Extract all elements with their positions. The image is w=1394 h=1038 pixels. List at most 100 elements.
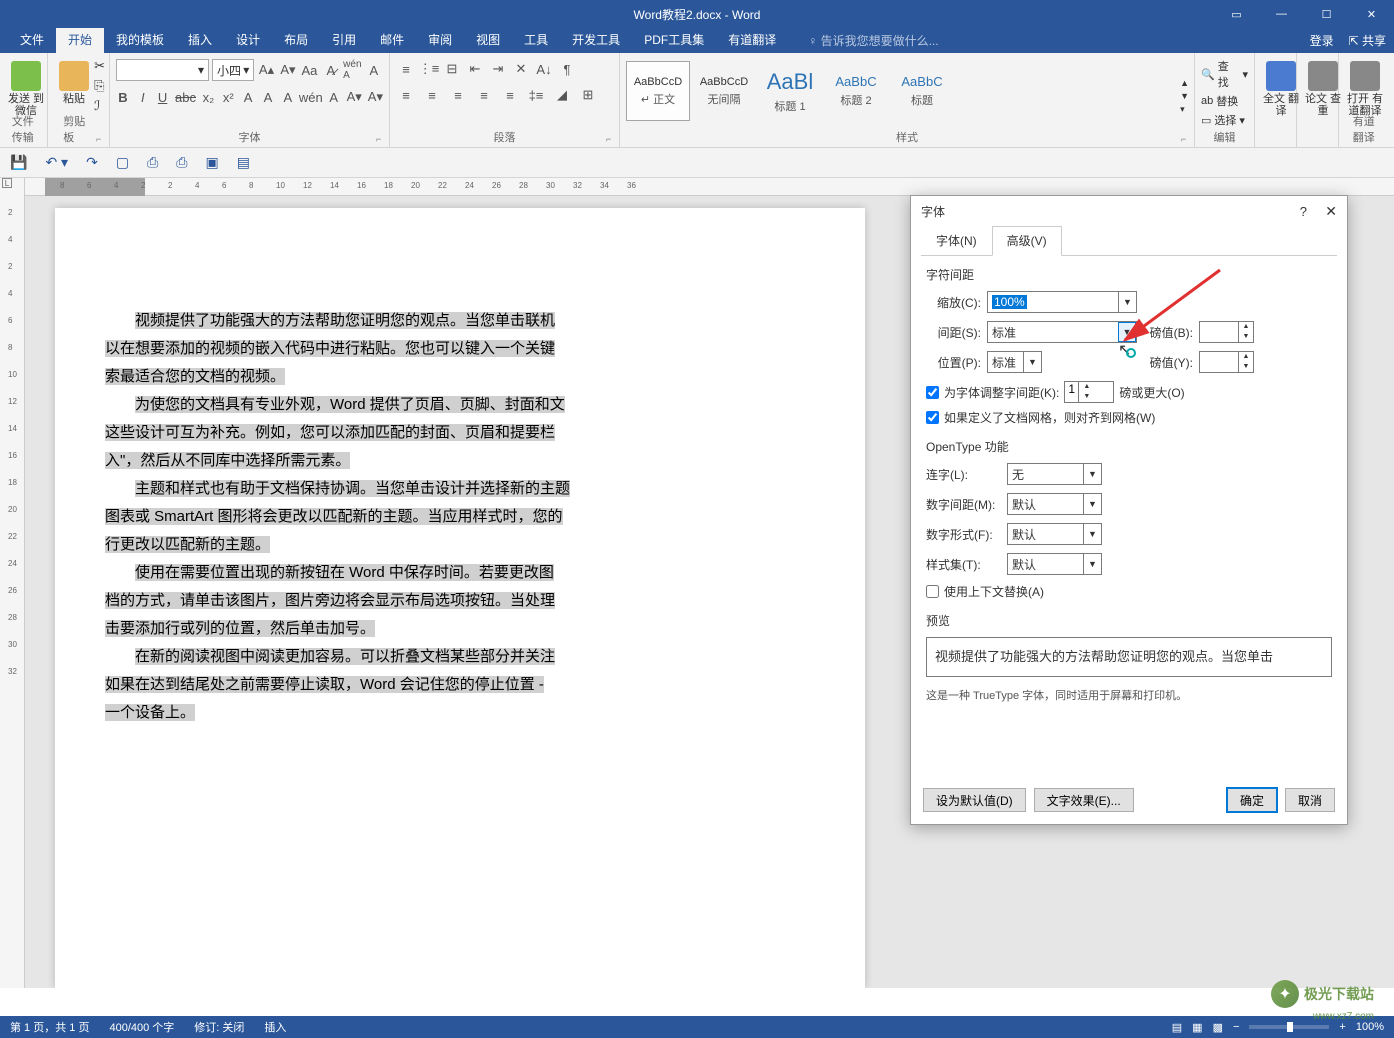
thesis-check-button[interactable]: 论文 查重 — [1303, 56, 1343, 117]
minimize-icon[interactable]: — — [1259, 0, 1304, 28]
undo-icon[interactable]: ↶ ▾ — [45, 154, 68, 171]
redo-icon[interactable]: ↷ — [86, 154, 98, 171]
align-right-icon[interactable]: ≡ — [448, 85, 468, 105]
fulltext-translate-button[interactable]: 全文 翻译 — [1261, 56, 1301, 117]
insert-photo-icon[interactable]: ▤ — [237, 154, 250, 171]
print-layout-icon[interactable]: ▦ — [1192, 1021, 1202, 1034]
print-icon[interactable]: ⎙ — [147, 154, 158, 171]
login-link[interactable]: 登录 — [1310, 32, 1334, 49]
doc-line[interactable]: 使用在需要位置出现的新按钮在 Word 中保存时间。若要更改图 — [105, 560, 815, 586]
ok-button[interactable]: 确定 — [1227, 788, 1277, 812]
page-indicator[interactable]: 第 1 页，共 1 页 — [10, 1019, 89, 1035]
grow-font-icon[interactable]: A▴ — [257, 60, 275, 80]
style-up-icon[interactable]: ▲ — [1180, 78, 1189, 88]
doc-line[interactable]: 行更改以匹配新的主题。 — [105, 532, 815, 558]
dialog-tab-1[interactable]: 高级(V) — [992, 226, 1062, 256]
menu-视图[interactable]: 视图 — [464, 28, 512, 53]
chevron-down-icon[interactable]: ▼ — [1118, 322, 1136, 342]
replace-button[interactable]: ab替换 — [1201, 93, 1248, 109]
grid-checkbox[interactable] — [926, 411, 939, 424]
zoom-slider[interactable] — [1249, 1025, 1329, 1029]
font-extra-2[interactable]: A — [327, 87, 341, 107]
zoom-value[interactable]: 100% — [1356, 1021, 1384, 1033]
font-size-combo[interactable]: 小四▾ — [212, 59, 254, 81]
kerning-spinner[interactable]: ▲▼ — [1064, 381, 1114, 403]
insert-mode[interactable]: 插入 — [264, 1019, 286, 1035]
find-button[interactable]: 🔍查找 ▾ — [1201, 58, 1248, 90]
font-extra-0[interactable]: A — [281, 87, 295, 107]
doc-line[interactable]: 为使您的文档具有专业外观，Word 提供了页眉、页脚、封面和文 — [105, 392, 815, 418]
copy-icon[interactable]: ⎘ — [94, 78, 105, 94]
menu-文件[interactable]: 文件 — [8, 28, 56, 53]
text-effects-button[interactable]: 文字效果(E)... — [1034, 788, 1134, 812]
menu-我的模板[interactable]: 我的模板 — [104, 28, 176, 53]
multilevel-icon[interactable]: ⊟ — [442, 59, 462, 79]
shrink-font-icon[interactable]: A▾ — [279, 60, 297, 80]
ribbon-options-icon[interactable]: ▭ — [1214, 0, 1259, 28]
style-标题[interactable]: AaBbC标题 — [890, 61, 954, 121]
youdao-button[interactable]: 打开 有道翻译 — [1345, 56, 1385, 117]
style-down-icon[interactable]: ▼ — [1180, 91, 1189, 101]
print-preview-icon[interactable]: ⎙ — [176, 154, 187, 171]
read-mode-icon[interactable]: ▤ — [1172, 1021, 1182, 1034]
font-btn-5[interactable]: x² — [221, 87, 235, 107]
numspacing-combo[interactable]: 默认▼ — [1007, 493, 1102, 515]
dialog-tab-0[interactable]: 字体(N) — [921, 226, 992, 255]
doc-line[interactable]: 如果在达到结尾处之前需要停止读取，Word 会记住您的停止位置 - — [105, 672, 815, 698]
align-distribute-icon[interactable]: ≡ — [500, 85, 520, 105]
menu-邮件[interactable]: 邮件 — [368, 28, 416, 53]
track-changes-status[interactable]: 修订: 关闭 — [194, 1019, 244, 1035]
indent-left-icon[interactable]: ⇤ — [465, 59, 485, 79]
doc-line[interactable]: 以在想要添加的视频的嵌入代码中进行粘贴。您也可以键入一个关键 — [105, 336, 815, 362]
bullets-icon[interactable]: ≡ — [396, 59, 416, 79]
spacing-pt-spinner[interactable]: ▲▼ — [1199, 321, 1254, 343]
font-extra-3[interactable]: A▾ — [347, 87, 362, 107]
chevron-down-icon[interactable]: ▼ — [1118, 292, 1136, 312]
styleset-combo[interactable]: 默认▼ — [1007, 553, 1102, 575]
set-default-button[interactable]: 设为默认值(D) — [923, 788, 1026, 812]
style-more-icon[interactable]: ▾ — [1180, 104, 1189, 115]
new-icon[interactable]: ▢ — [116, 154, 129, 171]
chevron-down-icon[interactable]: ▼ — [1023, 352, 1041, 372]
web-layout-icon[interactable]: ▩ — [1213, 1021, 1223, 1034]
kerning-checkbox[interactable] — [926, 386, 939, 399]
zoom-in-icon[interactable]: + — [1339, 1021, 1345, 1033]
cancel-button[interactable]: 取消 — [1285, 788, 1335, 812]
shading-icon[interactable]: ◢ — [552, 85, 572, 105]
font-btn-4[interactable]: x₂ — [202, 87, 216, 107]
align-left-icon[interactable]: ≡ — [396, 85, 416, 105]
menu-PDF工具集[interactable]: PDF工具集 — [632, 28, 716, 53]
align-center-icon[interactable]: ≡ — [422, 85, 442, 105]
menu-工具[interactable]: 工具 — [512, 28, 560, 53]
send-wechat-button[interactable]: 发送 到微信 — [6, 56, 46, 117]
phonetic-icon[interactable]: wénA — [343, 60, 361, 80]
align-justify-icon[interactable]: ≡ — [474, 85, 494, 105]
save-icon[interactable]: 💾 — [10, 154, 27, 171]
position-pt-spinner[interactable]: ▲▼ — [1199, 351, 1254, 373]
doc-line[interactable]: 击要添加行或列的位置，然后单击加号。 — [105, 616, 815, 642]
doc-line[interactable]: 视频提供了功能强大的方法帮助您证明您的观点。当您单击联机 — [105, 308, 815, 334]
line-spacing-icon[interactable]: ‡≡ — [526, 85, 546, 105]
menu-设计[interactable]: 设计 — [224, 28, 272, 53]
font-extra-4[interactable]: A▾ — [368, 87, 383, 107]
sort-icon[interactable]: A↓ — [534, 59, 554, 79]
zoom-out-icon[interactable]: − — [1233, 1021, 1239, 1033]
style-标题 2[interactable]: AaBbC标题 2 — [824, 61, 888, 121]
font-btn-7[interactable]: A — [261, 87, 275, 107]
asian-layout-icon[interactable]: ✕ — [511, 59, 531, 79]
menu-开发工具[interactable]: 开发工具 — [560, 28, 632, 53]
font-extra-1[interactable]: wén — [301, 87, 321, 107]
spacing-combo[interactable]: 标准 ▼ — [987, 321, 1137, 343]
word-count[interactable]: 400/400 个字 — [109, 1019, 174, 1035]
maximize-icon[interactable]: ☐ — [1304, 0, 1349, 28]
doc-line[interactable]: 档的方式，请单击该图片，图片旁边将会显示布局选项按钮。当处理 — [105, 588, 815, 614]
doc-line[interactable]: 图表或 SmartArt 图形将会更改以匹配新的主题。当应用样式时，您的 — [105, 504, 815, 530]
doc-line[interactable]: 这些设计可互为补充。例如，您可以添加匹配的封面、页眉和提要栏 — [105, 420, 815, 446]
insert-screenshot-icon[interactable]: ▣ — [205, 154, 218, 171]
style-正文[interactable]: AaBbCcD↵ 正文 — [626, 61, 690, 121]
font-name-combo[interactable]: ▾ — [116, 59, 209, 81]
position-combo[interactable]: 标准 ▼ — [987, 351, 1042, 373]
doc-line[interactable]: 主题和样式也有助于文档保持协调。当您单击设计并选择新的主题 — [105, 476, 815, 502]
clipboard-launcher-icon[interactable]: ⌐ — [96, 134, 106, 144]
scale-combo[interactable]: 100% ▼ — [987, 291, 1137, 313]
